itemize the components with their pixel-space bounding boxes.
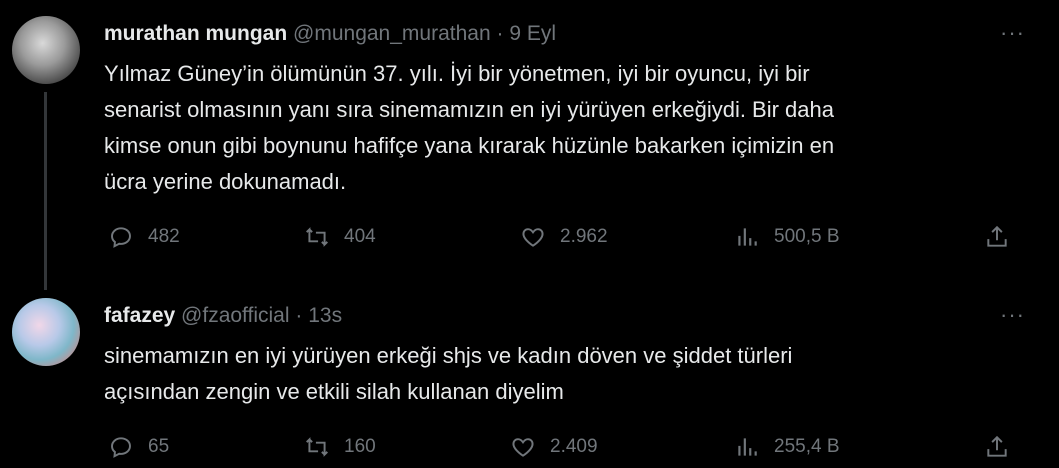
like-count: 2.962 <box>560 226 608 247</box>
tweet-text-line: Yılmaz Güney’in ölümünün 37. yılı. İyi b… <box>104 61 810 86</box>
heart-icon <box>522 228 544 247</box>
display-name[interactable]: murathan mungan <box>104 22 287 45</box>
reply-icon <box>111 227 131 248</box>
retweet-button[interactable]: 404 <box>304 224 376 250</box>
tweet-text-line: ücra yerine dokunamadı. <box>104 169 347 194</box>
reply-count: 482 <box>148 226 180 247</box>
thread-connector-line <box>44 92 47 290</box>
share-icon <box>987 225 1007 247</box>
share-icon <box>987 435 1007 457</box>
tweet-text-line: sinemamızın en iyi yürüyen erkeği shjs v… <box>104 343 793 368</box>
separator-dot: · <box>295 304 303 327</box>
share-button[interactable] <box>984 224 1010 250</box>
tweet-actions: 482 404 2.962 500,5 B <box>104 224 1024 258</box>
like-button[interactable]: 2.962 <box>520 224 608 250</box>
views-button[interactable]: 500,5 B <box>734 224 840 250</box>
views-button[interactable]: 255,4 B <box>734 434 840 460</box>
reply-button[interactable]: 482 <box>108 224 180 250</box>
share-button[interactable] <box>984 434 1010 460</box>
timestamp[interactable]: 13s <box>308 304 342 327</box>
tweet-text: Yılmaz Güney’in ölümünün 37. yılı. İyi b… <box>104 56 1024 200</box>
separator-dot: · <box>496 22 504 45</box>
views-icon <box>738 228 757 246</box>
avatar[interactable] <box>12 298 80 366</box>
tweet-text: sinemamızın en iyi yürüyen erkeği shjs v… <box>104 338 1024 410</box>
views-count: 255,4 B <box>774 436 840 457</box>
user-handle[interactable]: @fzaofficial <box>181 304 289 327</box>
tweet-header: fafazey @fzaofficial · 13s <box>104 304 342 328</box>
retweet-button[interactable]: 160 <box>304 434 376 460</box>
reply-count: 65 <box>148 436 170 457</box>
views-count: 500,5 B <box>774 226 840 247</box>
retweet-icon <box>306 227 328 247</box>
reply-button[interactable]: 65 <box>108 434 169 460</box>
timestamp[interactable]: 9 Eyl <box>509 22 556 45</box>
retweet-icon <box>306 437 328 457</box>
avatar[interactable] <box>12 16 80 84</box>
retweet-count: 404 <box>344 226 376 247</box>
tweet-header: murathan mungan @mungan_murathan · 9 Eyl <box>104 22 556 46</box>
tweet-text-line: kimse onun gibi boynunu hafifçe yana kır… <box>104 133 835 158</box>
tweet-text-line: açısından zengin ve etkili silah kullana… <box>104 379 564 404</box>
retweet-count: 160 <box>344 436 376 457</box>
more-icon[interactable]: ··· <box>1000 20 1025 46</box>
reply-icon <box>111 437 131 458</box>
tweet-text-line: senarist olmasının yanı sıra sinemamızın… <box>104 97 834 122</box>
like-button[interactable]: 2.409 <box>510 434 598 460</box>
tweet-actions: 65 160 2.409 255,4 B <box>104 434 1024 468</box>
heart-icon <box>512 438 534 457</box>
display-name[interactable]: fafazey <box>104 304 175 327</box>
views-icon <box>738 438 757 456</box>
more-icon[interactable]: ··· <box>1000 302 1025 328</box>
user-handle[interactable]: @mungan_murathan <box>293 22 491 45</box>
like-count: 2.409 <box>550 436 598 457</box>
